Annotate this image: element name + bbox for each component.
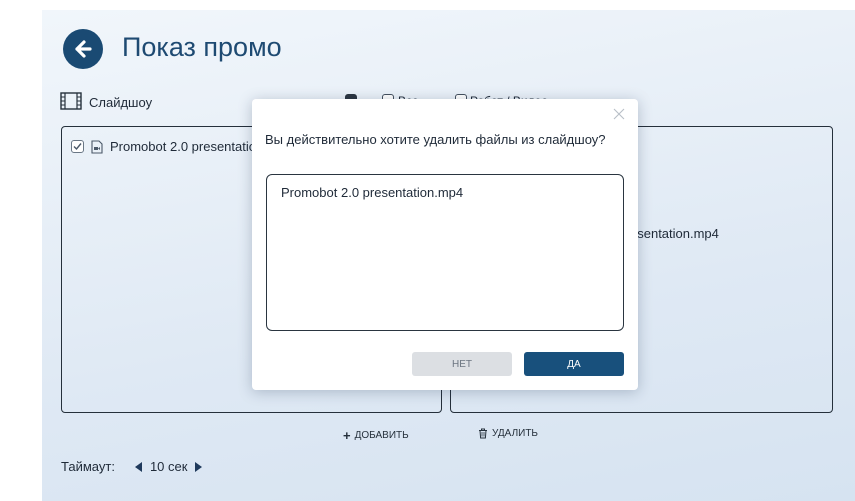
close-icon[interactable]: [612, 107, 626, 121]
timeout-label: Таймаут:: [61, 459, 115, 474]
no-button[interactable]: НЕТ: [412, 352, 512, 376]
list-item: Promobot 2.0 presentation.mp4: [281, 185, 464, 200]
file-name[interactable]: esentation.mp4: [630, 226, 719, 241]
back-button[interactable]: [63, 29, 103, 69]
film-icon: [60, 92, 82, 110]
timeout-increase-icon[interactable]: [195, 461, 203, 472]
item-checkbox[interactable]: [71, 140, 84, 153]
video-file-icon: [91, 139, 103, 154]
timeout-decrease-icon[interactable]: [134, 461, 142, 472]
page-title: Показ промо: [122, 32, 282, 62]
add-button[interactable]: + ДОБАВИТЬ: [343, 428, 409, 443]
dialog-message: Вы действительно хотите удалить файлы из…: [265, 132, 606, 147]
confirm-delete-dialog: Вы действительно хотите удалить файлы из…: [252, 99, 638, 390]
yes-button[interactable]: ДА: [524, 352, 624, 376]
slideshow-label: Слайдшоу: [89, 95, 153, 110]
timeout-control: Таймаут: 10 сек: [61, 459, 203, 474]
dialog-file-list: Promobot 2.0 presentation.mp4: [266, 174, 624, 331]
delete-button[interactable]: УДАЛИТЬ: [478, 428, 538, 439]
trash-icon: [479, 428, 487, 439]
plus-icon: +: [343, 428, 351, 443]
check-icon: [73, 143, 82, 151]
timeout-value: 10 сек: [149, 459, 188, 474]
add-button-label: ДОБАВИТЬ: [354, 430, 409, 441]
delete-button-label: УДАЛИТЬ: [492, 428, 538, 439]
arrow-left-icon: [75, 40, 92, 58]
